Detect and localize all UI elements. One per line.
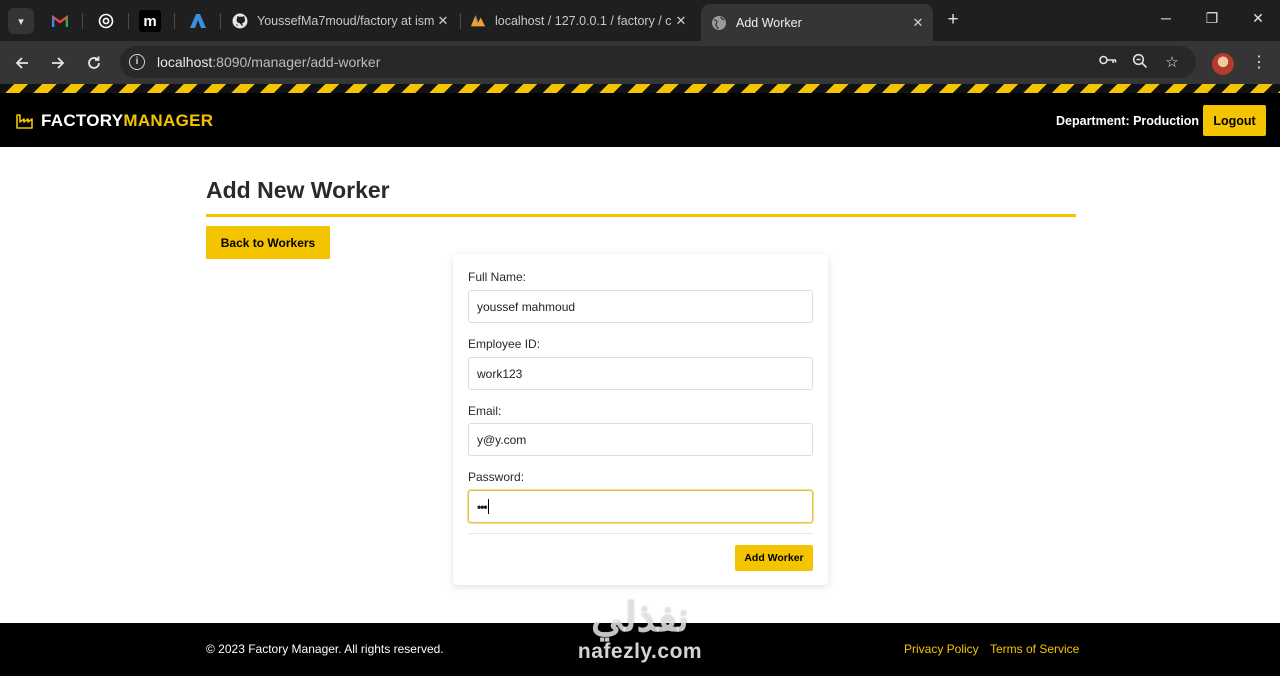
site-info-icon[interactable]: i — [129, 54, 145, 70]
tab-phpmyadmin[interactable]: localhost / 127.0.0.1 / factory / c ✕ — [460, 6, 696, 36]
logout-button[interactable]: Logout — [1203, 105, 1266, 136]
password-dots: ••• — [477, 499, 488, 514]
restore-icon[interactable]: ❐ — [1202, 10, 1222, 27]
nafezly-watermark: نفذلي nafezly.com — [560, 596, 720, 676]
watermark-latin-text: nafezly.com — [577, 640, 703, 663]
address-bar[interactable]: i localhost:8090/manager/add-worker ☆ — [120, 46, 1196, 78]
app-logo[interactable]: FACTORY MANAGER — [16, 111, 213, 131]
tab-divider — [82, 13, 83, 29]
window-close-icon[interactable]: ✕ — [1248, 10, 1268, 27]
tab-divider — [174, 13, 175, 29]
tab-divider — [220, 13, 221, 29]
copyright-text: © 2023 Factory Manager. All rights reser… — [206, 642, 444, 656]
factory-icon — [16, 114, 33, 129]
url-host: localhost — [157, 54, 213, 70]
add-worker-button[interactable]: Add Worker — [735, 545, 813, 571]
add-worker-form: Full Name: youssef mahmoud Employee ID: … — [453, 254, 828, 585]
reload-icon[interactable] — [83, 52, 105, 74]
profile-avatar[interactable] — [1212, 53, 1234, 75]
tab-title: YoussefMa7moud/factory at ism — [257, 14, 434, 28]
new-tab-icon[interactable]: + — [941, 9, 965, 31]
title-underline — [206, 214, 1076, 217]
full-name-input[interactable]: youssef mahmoud — [468, 290, 813, 323]
browser-menu-icon[interactable]: ⋮ — [1250, 52, 1268, 72]
azure-icon[interactable] — [185, 8, 211, 34]
password-input[interactable]: ••• — [468, 490, 813, 523]
email-input[interactable]: y@y.com — [468, 423, 813, 456]
privacy-policy-link[interactable]: Privacy Policy — [904, 642, 979, 656]
back-arrow-icon[interactable] — [11, 52, 33, 74]
tab-github[interactable]: YoussefMa7moud/factory at ism ✕ — [222, 6, 458, 36]
gmail-icon[interactable] — [47, 8, 73, 34]
hazard-stripe — [0, 84, 1280, 93]
watermark-arabic-text: نفذلي — [591, 596, 689, 640]
medium-icon[interactable]: m — [139, 10, 161, 32]
tab-close-icon[interactable]: ✕ — [434, 13, 452, 29]
bookmark-star-icon[interactable]: ☆ — [1162, 53, 1182, 71]
url-path: :8090/manager/add-worker — [212, 54, 381, 70]
department-label: Department: Production — [1056, 114, 1200, 128]
tab-search-chevron-icon[interactable]: ▾ — [8, 8, 34, 34]
browser-tab-bar: ▾ m YoussefMa7moud/factory at ism ✕ loca… — [0, 0, 1280, 41]
form-divider — [468, 533, 813, 534]
logo-manager-text: MANAGER — [123, 111, 214, 130]
terms-of-service-link[interactable]: Terms of Service — [990, 642, 1079, 656]
browser-toolbar: i localhost:8090/manager/add-worker ☆ ⋮ — [0, 41, 1280, 84]
back-to-workers-button[interactable]: Back to Workers — [206, 226, 330, 259]
minimize-icon[interactable]: ─ — [1156, 10, 1176, 26]
globe-icon — [711, 15, 727, 31]
email-label: Email: — [468, 404, 502, 418]
tab-divider — [128, 13, 129, 29]
tab-add-worker[interactable]: Add Worker ✕ — [701, 4, 933, 41]
chatgpt-icon[interactable] — [93, 8, 119, 34]
github-icon — [232, 13, 248, 29]
page-title: Add New Worker — [206, 177, 390, 203]
password-key-icon[interactable] — [1098, 53, 1118, 70]
password-label: Password: — [468, 470, 525, 484]
full-name-label: Full Name: — [468, 270, 527, 284]
tab-close-icon[interactable]: ✕ — [909, 15, 927, 31]
tab-close-icon[interactable]: ✕ — [672, 13, 690, 29]
employee-id-input[interactable]: work123 — [468, 357, 813, 390]
phpmyadmin-icon — [470, 13, 486, 29]
url-text[interactable]: localhost:8090/manager/add-worker — [157, 54, 380, 70]
text-caret — [487, 499, 489, 514]
employee-id-label: Employee ID: — [468, 337, 541, 351]
tab-title: Add Worker — [736, 15, 802, 30]
zoom-icon[interactable] — [1130, 53, 1150, 73]
app-header: FACTORY MANAGER Department: Production Lo… — [0, 93, 1280, 147]
logo-factory-text: FACTORY — [41, 111, 124, 130]
forward-arrow-icon[interactable] — [47, 52, 69, 74]
tab-title: localhost / 127.0.0.1 / factory / c — [495, 14, 672, 28]
